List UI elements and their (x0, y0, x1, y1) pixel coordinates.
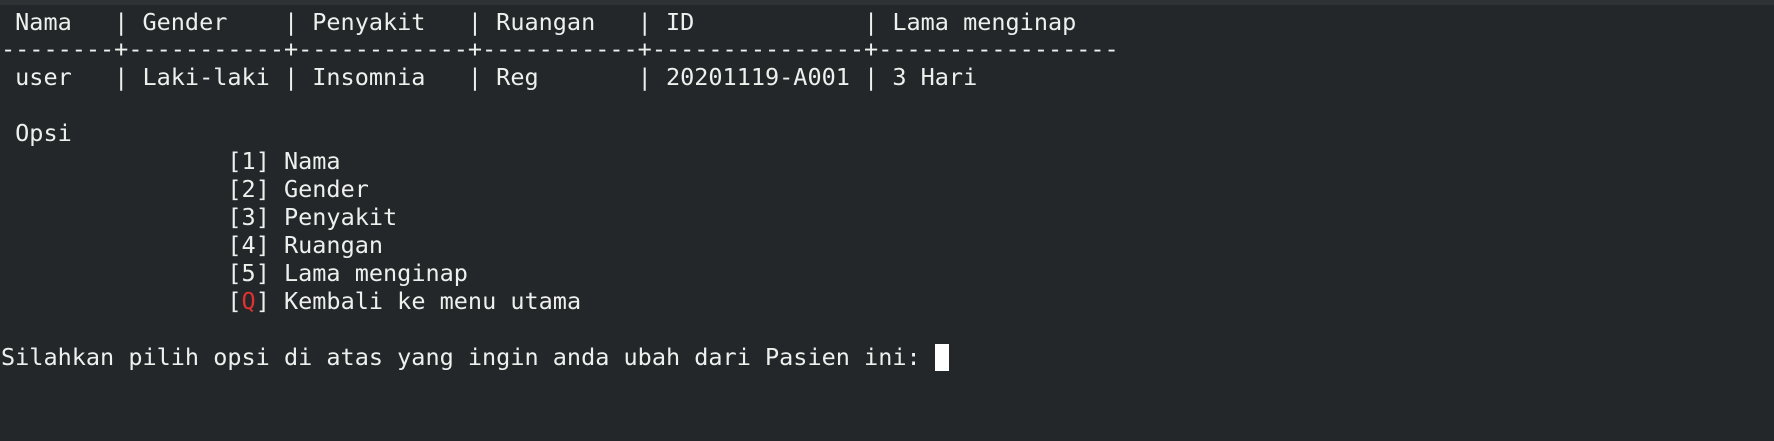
menu-option-3: [3] Penyakit (227, 203, 398, 231)
option-key: 4 (241, 231, 256, 259)
option-label: Nama (269, 147, 341, 175)
menu-title: Opsi (1, 119, 72, 147)
menu-option-quit: [Q] Kembali ke menu utama (227, 287, 582, 315)
menu-option-1: [1] Nama (227, 147, 341, 175)
terminal-window[interactable]: Nama | Gender | Penyakit | Ruangan | ID … (0, 0, 1774, 441)
table-separator: --------+-----------+------------+------… (1, 35, 1119, 63)
option-key: 3 (241, 203, 256, 231)
option-label: Ruangan (269, 231, 384, 259)
option-label: Lama menginap (269, 259, 468, 287)
quit-key: Q (241, 287, 256, 315)
prompt-text: Silahkan pilih opsi di atas yang ingin a… (1, 343, 935, 371)
input-prompt[interactable]: Silahkan pilih opsi di atas yang ingin a… (1, 343, 949, 371)
menu-option-5: [5] Lama menginap (227, 259, 468, 287)
table-row: user | Laki-laki | Insomnia | Reg | 2020… (1, 63, 978, 91)
option-key: 1 (241, 147, 256, 175)
text-cursor[interactable] (934, 344, 949, 371)
option-label: Gender (269, 175, 369, 203)
option-key: 5 (241, 259, 256, 287)
option-label: Kembali ke menu utama (269, 287, 582, 315)
option-key: 2 (241, 175, 256, 203)
option-label: Penyakit (269, 203, 398, 231)
menu-option-2: [2] Gender (227, 175, 369, 203)
table-header: Nama | Gender | Penyakit | Ruangan | ID … (1, 8, 1077, 36)
menu-option-4: [4] Ruangan (227, 231, 384, 259)
